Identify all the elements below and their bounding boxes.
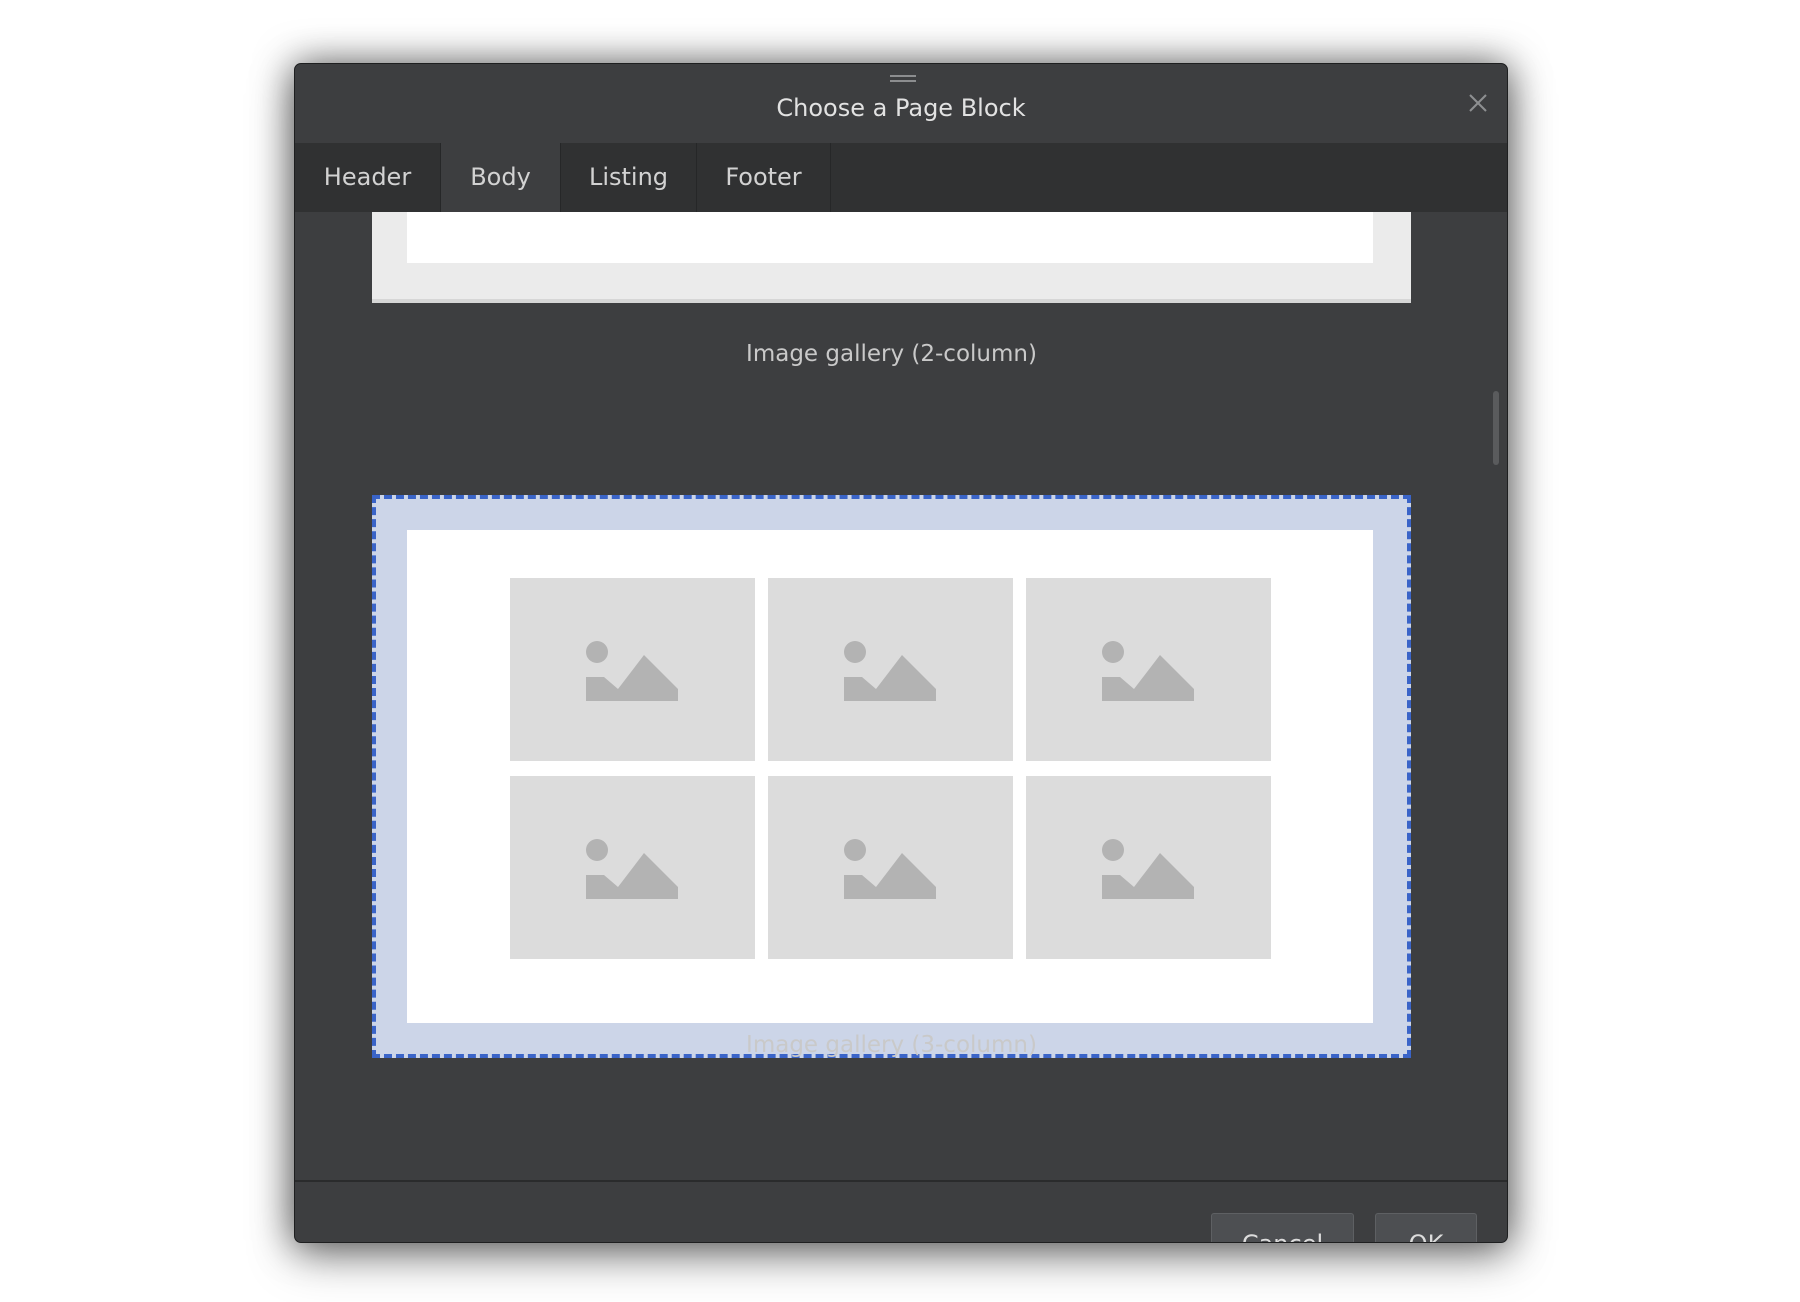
close-icon [1469, 94, 1487, 112]
tab-footer[interactable]: Footer [697, 143, 831, 212]
tab-listing[interactable]: Listing [561, 143, 697, 212]
image-icon [586, 641, 678, 701]
image-icon [586, 839, 678, 899]
image-placeholder [768, 578, 1013, 761]
drag-handle-icon[interactable] [890, 75, 916, 82]
block-caption: Image gallery (3-column) [746, 1032, 1037, 1058]
image-icon [1102, 641, 1194, 701]
image-icon [844, 641, 936, 701]
tab-header[interactable]: Header [295, 143, 441, 212]
image-placeholder [1026, 776, 1271, 959]
image-placeholder [1026, 578, 1271, 761]
tab-body[interactable]: Body [441, 143, 561, 212]
image-icon [1102, 839, 1194, 899]
cancel-button[interactable]: Cancel [1211, 1213, 1354, 1242]
image-placeholder [510, 578, 755, 761]
vertical-scrollbar[interactable] [1493, 391, 1499, 465]
ok-button[interactable]: OK [1375, 1213, 1477, 1242]
image-placeholder [768, 776, 1013, 959]
block-preview [407, 212, 1373, 263]
dialog-footer: Cancel OK [295, 1180, 1507, 1242]
block-list[interactable]: Image gallery (2-column) Image gallery (… [295, 212, 1507, 1180]
block-caption: Image gallery (2-column) [746, 341, 1037, 367]
close-button[interactable] [1463, 88, 1493, 118]
block-category-tabs: Header Body Listing Footer [295, 143, 1507, 212]
image-placeholder [510, 776, 755, 959]
block-card-image-gallery-3-column[interactable] [372, 495, 1411, 1058]
block-preview [407, 530, 1373, 1023]
dialog-title-bar[interactable]: Choose a Page Block [295, 64, 1507, 143]
image-icon [844, 839, 936, 899]
block-card-image-gallery-2-column[interactable] [372, 212, 1411, 303]
choose-page-block-dialog: Choose a Page Block Header Body Listing … [294, 63, 1508, 1243]
dialog-title: Choose a Page Block [776, 94, 1026, 122]
